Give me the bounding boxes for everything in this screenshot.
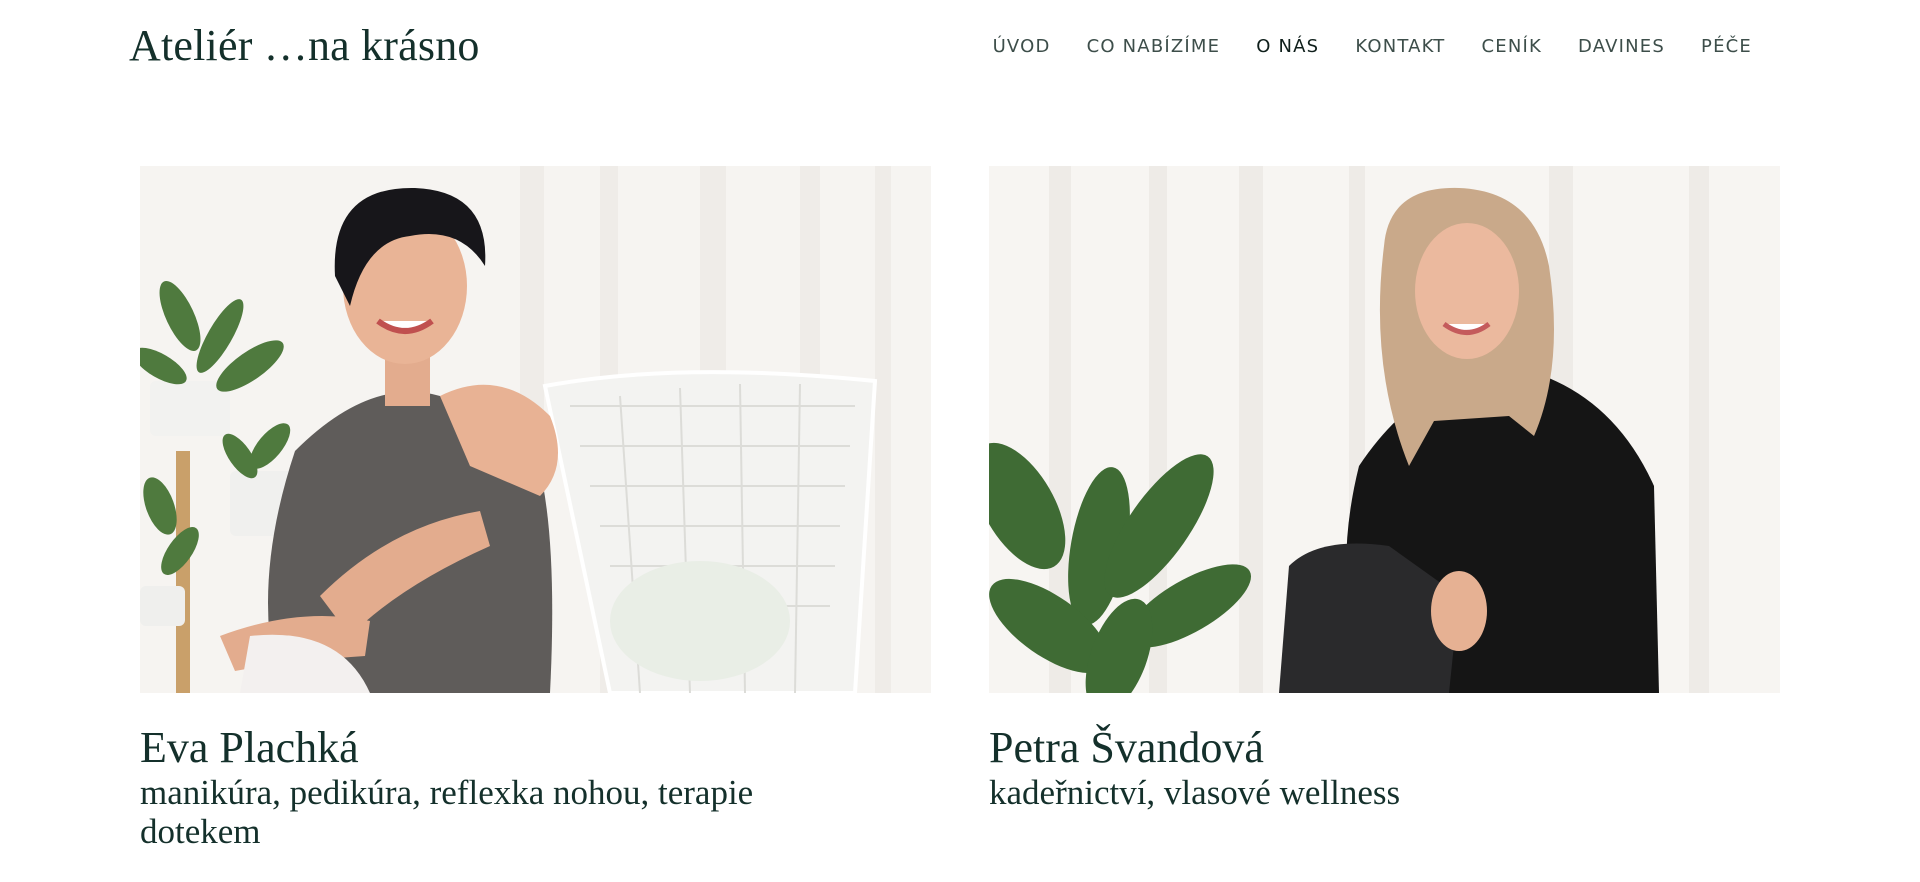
- team-member-role: kadeřnictví, vlasové wellness: [989, 773, 1401, 812]
- team-member-role: manikúra, pedikúra, reflexka nohou, tera…: [140, 773, 754, 851]
- team-member-name: Petra Švandová: [989, 723, 1264, 772]
- team-photo-petra: [989, 166, 1780, 693]
- nav-item-uvod[interactable]: ÚVOD: [993, 36, 1051, 57]
- nav-item-co-nabizime[interactable]: CO NABÍZÍME: [1087, 36, 1221, 57]
- team-photo-eva: [140, 166, 931, 693]
- team-card-eva: Eva Plachká manikúra, pedikúra, reflexka…: [140, 166, 931, 851]
- nav-item-cenik[interactable]: CENÍK: [1481, 36, 1542, 57]
- team-member-name: Eva Plachká: [140, 723, 359, 772]
- nav-item-o-nas[interactable]: O NÁS: [1256, 36, 1319, 57]
- team-card-petra: Petra Švandová kadeřnictví, vlasové well…: [989, 166, 1780, 812]
- site-title[interactable]: Ateliér …na krásno: [129, 18, 480, 74]
- nav-item-davines[interactable]: DAVINES: [1578, 36, 1665, 57]
- nav-item-kontakt[interactable]: KONTAKT: [1355, 36, 1445, 57]
- nav-item-pece[interactable]: PÉČE: [1701, 36, 1752, 57]
- main-nav: ÚVOD CO NABÍZÍME O NÁS KONTAKT CENÍK DAV…: [993, 36, 1752, 57]
